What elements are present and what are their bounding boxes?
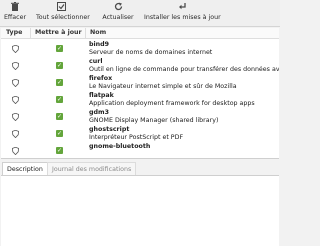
- package-shield-icon: [11, 95, 20, 106]
- trash-icon: [3, 2, 27, 13]
- install-label: Installer les mises à jour: [144, 14, 221, 21]
- toolbar: Effacer Tout sélectionner Actualiser Ins…: [0, 0, 280, 27]
- package-shield-icon: [11, 61, 20, 72]
- table-row[interactable]: ✓ firefox Le Navigateur internet simple …: [1, 75, 279, 92]
- package-shield-icon: [11, 146, 20, 157]
- table-row[interactable]: ✓ ghostscript Interpréteur PostScript et…: [1, 126, 279, 143]
- update-checkbox[interactable]: ✓: [56, 79, 63, 86]
- update-checkbox[interactable]: ✓: [56, 113, 63, 120]
- refresh-label: Actualiser: [102, 14, 134, 21]
- table-row[interactable]: ✓ gnome-bluetooth: [1, 143, 279, 158]
- table-header: Type Mettre à jour Nom: [1, 28, 279, 39]
- update-checkbox[interactable]: ✓: [56, 62, 63, 69]
- package-name: flatpak: [89, 92, 114, 99]
- package-description: Le Navigateur internet simple et sûr de …: [89, 83, 237, 90]
- clear-label: Effacer: [3, 14, 27, 21]
- package-description: Interpréteur PostScript et PDF: [89, 134, 184, 141]
- column-type[interactable]: Type: [6, 28, 22, 38]
- column-name[interactable]: Nom: [85, 28, 106, 38]
- updates-list[interactable]: Type Mettre à jour Nom ✓ bind9 Serveur d…: [1, 28, 279, 159]
- package-name: gdm3: [89, 109, 109, 116]
- description-panel: [1, 175, 279, 246]
- select-all-button[interactable]: Tout sélectionner: [36, 2, 90, 25]
- update-checkbox[interactable]: ✓: [56, 96, 63, 103]
- details-tabs: Description Journal des modifications: [0, 162, 280, 175]
- column-update[interactable]: Mettre à jour: [30, 28, 82, 38]
- package-name: ghostscript: [89, 126, 130, 133]
- table-row[interactable]: ✓ flatpak Application deployment framewo…: [1, 92, 279, 109]
- update-checkbox[interactable]: ✓: [56, 147, 63, 154]
- select-all-icon: [36, 2, 86, 13]
- package-description: GNOME Display Manager (shared library): [89, 117, 219, 124]
- clear-button[interactable]: Effacer: [3, 2, 27, 25]
- package-shield-icon: [11, 78, 20, 89]
- install-icon: [144, 2, 220, 13]
- package-name: bind9: [89, 41, 110, 48]
- tab-changelog[interactable]: Journal des modifications: [47, 162, 137, 175]
- package-description: Application deployment framework for des…: [89, 100, 255, 107]
- table-row[interactable]: ✓ bind9 Serveur de noms de domaines inte…: [1, 41, 279, 58]
- refresh-icon: [101, 2, 135, 13]
- package-shield-icon: [11, 44, 20, 55]
- package-name: gnome-bluetooth: [89, 143, 151, 150]
- table-row[interactable]: ✓ curl Outil en ligne de commande pour t…: [1, 58, 279, 75]
- package-description: Serveur de noms de domaines internet: [89, 49, 213, 56]
- refresh-button[interactable]: Actualiser: [101, 2, 135, 25]
- select-all-label: Tout sélectionner: [36, 14, 90, 21]
- package-description: Outil en ligne de commande pour transfér…: [89, 66, 279, 73]
- update-checkbox[interactable]: ✓: [56, 130, 63, 137]
- update-checkbox[interactable]: ✓: [56, 45, 63, 52]
- package-shield-icon: [11, 112, 20, 123]
- install-updates-button[interactable]: Installer les mises à jour: [144, 2, 221, 25]
- package-shield-icon: [11, 129, 20, 140]
- table-row[interactable]: ✓ gdm3 GNOME Display Manager (shared lib…: [1, 109, 279, 126]
- package-name: firefox: [89, 75, 113, 82]
- tab-description[interactable]: Description: [2, 162, 48, 175]
- package-name: curl: [89, 58, 103, 65]
